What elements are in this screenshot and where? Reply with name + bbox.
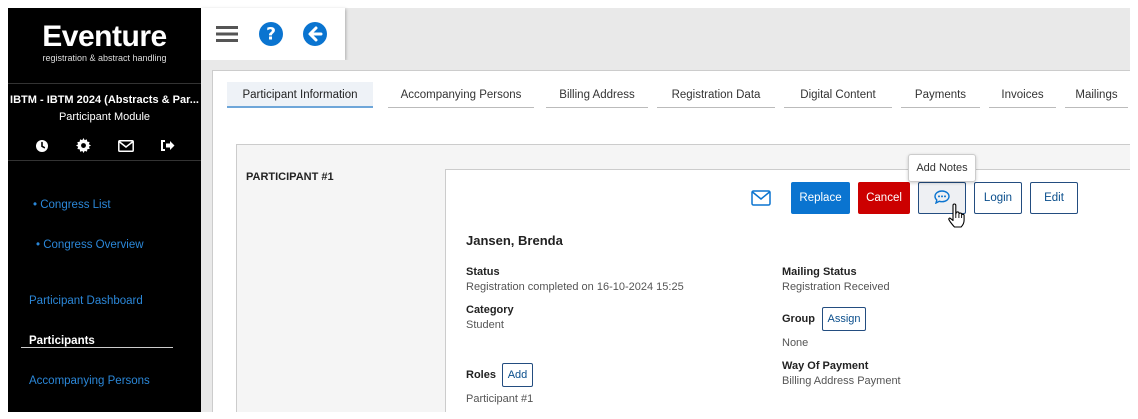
add-role-button[interactable]: Add [502, 363, 533, 387]
nav-participant-dashboard[interactable]: Participant Dashboard [29, 295, 143, 307]
participant-name: Jansen, Brenda [466, 233, 563, 248]
tab-billing-address[interactable]: Billing Address [546, 82, 648, 108]
mailing-status-value: Registration Received [782, 281, 890, 293]
status-label: Status [466, 266, 500, 278]
nav-participants[interactable]: Participants [29, 335, 95, 347]
tab-registration-data[interactable]: Registration Data [657, 82, 775, 108]
mail-icon[interactable] [115, 135, 137, 157]
tab-participant-information[interactable]: Participant Information [227, 82, 373, 108]
logo[interactable]: Eventure registration & abstract handlin… [8, 8, 201, 84]
logo-subtitle: registration & abstract handling [42, 53, 167, 63]
group-label: Group [782, 313, 815, 325]
tab-digital-content[interactable]: Digital Content [784, 82, 892, 108]
nav-accompanying-persons[interactable]: Accompanying Persons [29, 375, 150, 387]
assign-group-button[interactable]: Assign [822, 307, 866, 331]
roles-value: Participant #1 [466, 393, 534, 405]
tab-payments[interactable]: Payments [901, 82, 980, 108]
gear-icon[interactable] [73, 135, 95, 157]
category-label: Category [466, 304, 514, 316]
toolbar-buttons: ? [201, 8, 345, 60]
menu-icon[interactable] [213, 20, 241, 48]
status-value: Registration completed on 16-10-2024 15:… [466, 281, 684, 293]
login-button[interactable]: Login [974, 182, 1022, 214]
nav-congress-list[interactable]: • Congress List [33, 199, 111, 211]
roles-label: Roles [466, 369, 496, 381]
tab-accompanying-persons[interactable]: Accompanying Persons [388, 82, 534, 108]
send-mail-icon[interactable] [751, 190, 773, 208]
way-of-payment-label: Way Of Payment [782, 360, 869, 372]
group-value: None [782, 337, 809, 349]
module-name: Participant Module [58, 111, 151, 123]
participant-section-label: PARTICIPANT #1 [246, 171, 334, 183]
hand-cursor-icon [948, 203, 966, 232]
tab-mailings[interactable]: Mailings [1065, 82, 1128, 108]
logo-title: Eventure [42, 20, 167, 53]
nav-congress-overview[interactable]: • Congress Overview [36, 239, 144, 251]
mailing-status-label: Mailing Status [782, 266, 857, 278]
replace-button[interactable]: Replace [791, 182, 850, 214]
svg-text:?: ? [266, 25, 276, 45]
cancel-button[interactable]: Cancel [858, 182, 910, 214]
help-icon[interactable]: ? [257, 20, 285, 48]
sign-out-icon[interactable] [157, 135, 179, 157]
tab-invoices[interactable]: Invoices [989, 82, 1056, 108]
category-value: Student [466, 319, 504, 331]
back-arrow-icon[interactable] [301, 20, 329, 48]
event-name: IBTM - IBTM 2024 (Abstracts & Par... [10, 94, 199, 106]
clock-icon[interactable] [31, 135, 53, 157]
sidebar-icon-bar [8, 137, 201, 161]
way-of-payment-value: Billing Address Payment [782, 375, 901, 387]
add-notes-tooltip: Add Notes [908, 154, 976, 182]
edit-button[interactable]: Edit [1030, 182, 1078, 214]
nav-active-underline [21, 347, 173, 348]
